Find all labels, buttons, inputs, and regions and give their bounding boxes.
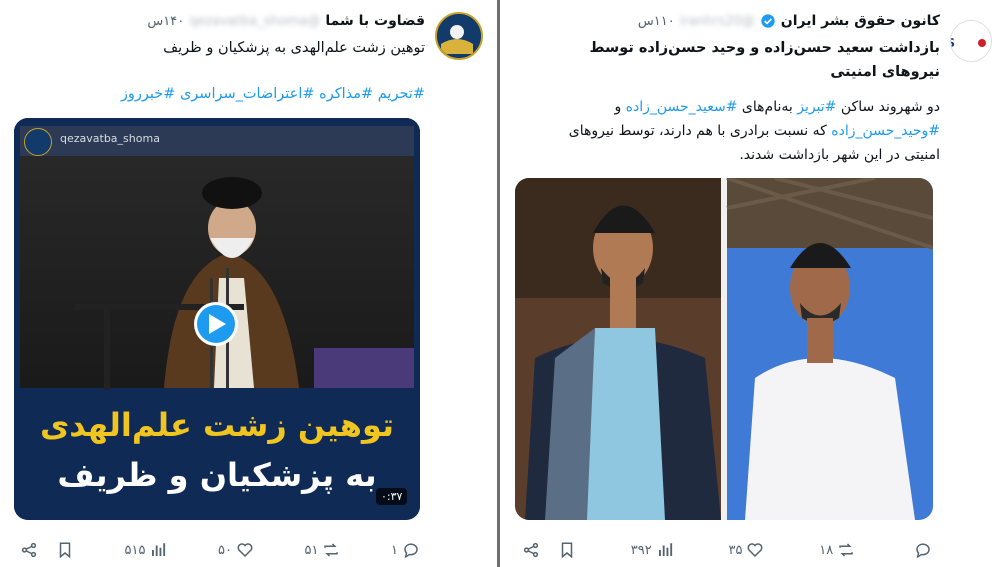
action-bar: ۳۹۲ ۳۵ ۱۸ <box>522 541 932 559</box>
watermark-logo-icon <box>24 128 52 156</box>
bookmark-icon <box>561 542 573 559</box>
photo-collage[interactable] <box>515 178 933 520</box>
tweet-title: بازداشت سعید حسن‌زاده و وحید حسن‌زاده تو… <box>589 40 940 80</box>
views-icon <box>152 543 166 556</box>
account-handle[interactable]: @qezavatba_shoma <box>189 14 320 29</box>
reply-icon <box>916 543 930 559</box>
hashtag-link[interactable]: #وحید_حسن_زاده <box>831 123 940 139</box>
tweet-time[interactable]: ۱۴۰س <box>147 14 184 29</box>
retweet-button[interactable]: ۱۸ <box>819 541 855 559</box>
body-part: به‌نام‌های <box>737 99 798 115</box>
reply-button[interactable]: ۱ <box>391 541 420 559</box>
bookmark-icon <box>59 542 71 559</box>
views-count[interactable]: ۵۱۵ <box>125 541 168 559</box>
retweets-value: ۱۸ <box>819 542 834 558</box>
account-name[interactable]: قضاوت با شما <box>325 13 425 29</box>
tweet-header: کانون حقوق بشر ایران @iranhrs20 ۱۱۰س <box>638 13 940 29</box>
likes-value: ۳۵ <box>728 542 743 558</box>
retweet-button[interactable]: ۵۱ <box>305 541 341 559</box>
hashtags[interactable]: #تحریم #مذاکره #اعتراضات_سراسری #خبرروز <box>15 86 425 102</box>
video-duration: ۰:۳۷ <box>376 488 408 505</box>
tweet-header: قضاوت با شما @qezavatba_shoma ۱۴۰س <box>147 13 425 29</box>
views-value: ۵۱۵ <box>124 542 146 558</box>
views-count[interactable]: ۳۹۲ <box>631 541 674 559</box>
video-watermark: qezavatba_shoma <box>60 132 160 145</box>
views-value: ۳۹۲ <box>630 542 652 558</box>
body-part: و <box>614 99 626 115</box>
action-bar: ۵۱۵ ۵۰ ۵۱ ۱ <box>20 541 420 559</box>
tweet-qezavat[interactable]: قضاوت با شما @qezavatba_shoma ۱۴۰س توهین… <box>0 0 497 567</box>
bookmark-button[interactable] <box>558 541 576 559</box>
avatar[interactable]: HRS <box>950 20 992 62</box>
share-button[interactable] <box>20 541 38 559</box>
share-icon <box>523 542 539 558</box>
share-icon <box>21 542 37 558</box>
hashtag-link[interactable]: #تبریز <box>797 99 836 115</box>
svg-text:HRS: HRS <box>950 36 955 50</box>
replies-value: ۱ <box>391 542 398 558</box>
avatar[interactable] <box>435 12 483 60</box>
reply-icon <box>404 543 418 559</box>
tweet-body: دو شهروند ساکن #تبریز به‌نام‌های #سعید_ح… <box>560 95 940 167</box>
like-button[interactable]: ۵۰ <box>218 541 254 559</box>
retweets-value: ۵۱ <box>304 542 319 558</box>
video-player[interactable]: qezavatba_shoma توهین زشت علم‌الهدی به پ… <box>14 118 420 520</box>
retweet-icon <box>839 543 853 557</box>
tweet-iranhrs[interactable]: HRS کانون حقوق بشر ایران @iranhrs20 ۱۱۰س… <box>500 0 1000 567</box>
retweet-icon <box>324 543 339 557</box>
heart-icon <box>237 543 253 558</box>
views-icon <box>658 543 672 556</box>
hashtag-link[interactable]: #سعید_حسن_زاده <box>626 99 738 115</box>
likes-value: ۵۰ <box>218 542 232 558</box>
like-button[interactable]: ۳۵ <box>728 541 764 559</box>
video-caption-line2: به پزشکیان و ظریف <box>57 456 377 494</box>
tweet-time[interactable]: ۱۱۰س <box>638 14 675 29</box>
tweet-text: توهین زشت علم‌الهدی به پزشکیان و ظریف <box>163 40 425 56</box>
account-handle[interactable]: @iranhrs20 <box>680 14 755 29</box>
account-name[interactable]: کانون حقوق بشر ایران <box>781 13 940 29</box>
bookmark-button[interactable] <box>56 541 74 559</box>
verified-badge-icon <box>761 14 775 28</box>
reply-button[interactable] <box>910 541 932 559</box>
video-caption-line1: توهین زشت علم‌الهدی <box>39 406 395 444</box>
share-button[interactable] <box>522 541 540 559</box>
body-part: دو شهروند ساکن <box>836 99 940 115</box>
heart-icon <box>747 543 763 558</box>
